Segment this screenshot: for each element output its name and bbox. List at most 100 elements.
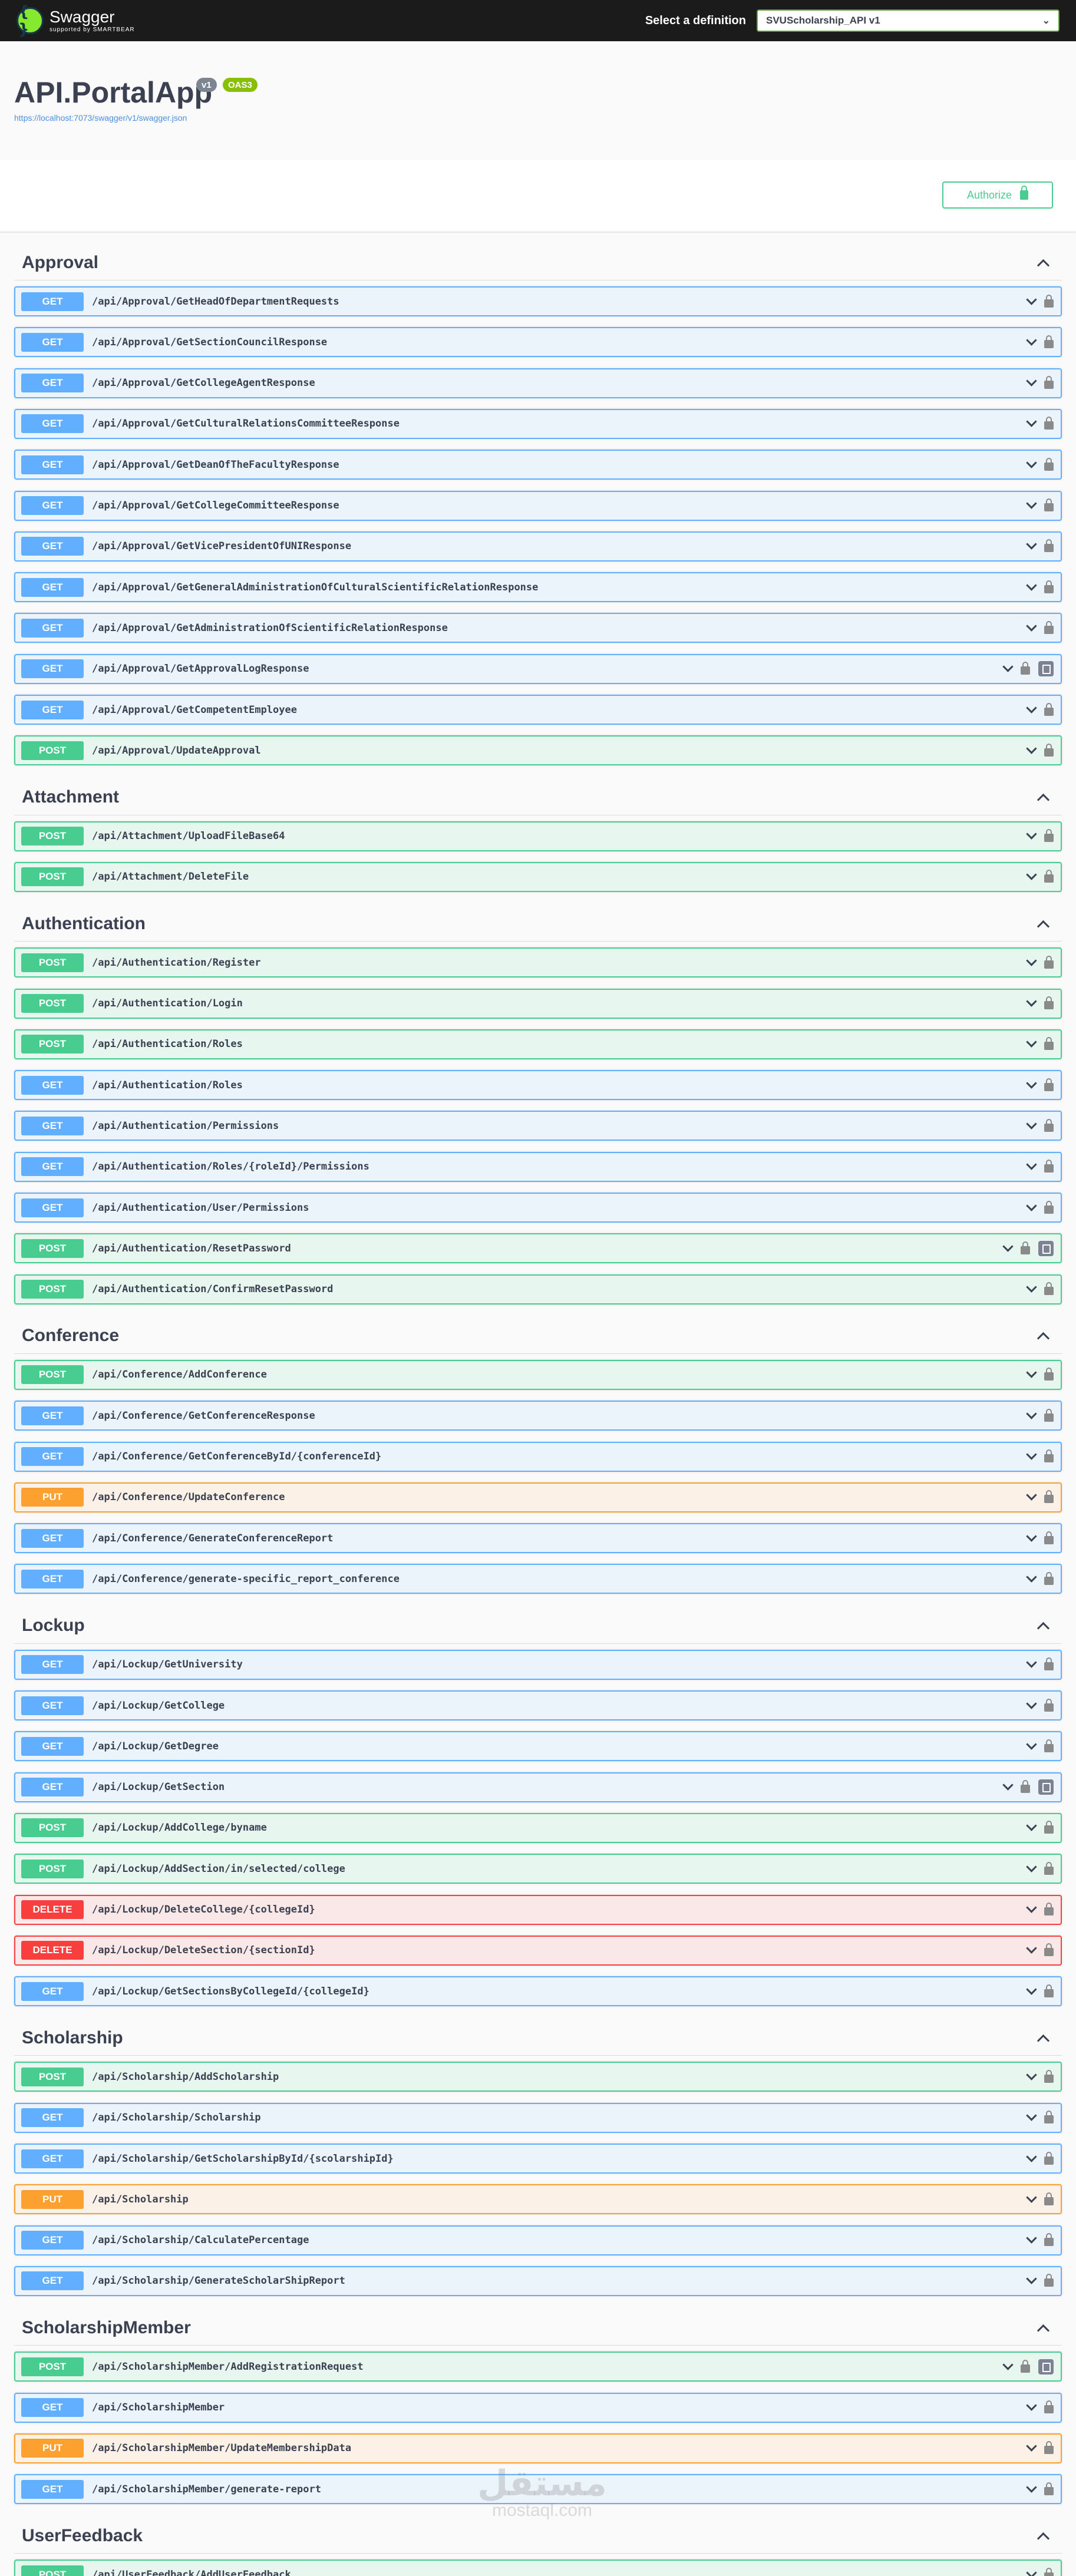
operation-post[interactable]: POST/api/Attachment/UploadFileBase64 bbox=[14, 821, 1062, 851]
copy-icon[interactable] bbox=[1038, 1779, 1054, 1795]
chevron-down-icon[interactable] bbox=[1027, 583, 1036, 592]
chevron-down-icon[interactable] bbox=[1027, 1742, 1036, 1751]
chevron-down-icon[interactable] bbox=[1027, 1039, 1036, 1049]
lock-icon[interactable] bbox=[1044, 1657, 1054, 1671]
lock-icon[interactable] bbox=[1044, 294, 1054, 308]
lock-icon[interactable] bbox=[1044, 1037, 1054, 1051]
tag-authentication[interactable]: Authentication bbox=[14, 906, 1062, 942]
lock-icon[interactable] bbox=[1021, 2359, 1030, 2373]
lock-icon[interactable] bbox=[1044, 870, 1054, 883]
lock-icon[interactable] bbox=[1044, 2192, 1054, 2205]
operation-get[interactable]: GET/api/Scholarship/CalculatePercentage bbox=[14, 2225, 1062, 2255]
lock-icon[interactable] bbox=[1044, 996, 1054, 1009]
chevron-down-icon[interactable] bbox=[1027, 2154, 1036, 2164]
operation-post[interactable]: POST/api/Authentication/Register bbox=[14, 947, 1062, 978]
chevron-down-icon[interactable] bbox=[1027, 2570, 1036, 2576]
chevron-down-icon[interactable] bbox=[1027, 2276, 1036, 2286]
chevron-down-icon[interactable] bbox=[1027, 1701, 1036, 1710]
operation-post[interactable]: POST/api/Lockup/AddCollege/byname bbox=[14, 1812, 1062, 1843]
chevron-down-icon[interactable] bbox=[1027, 1905, 1036, 1914]
chevron-down-icon[interactable] bbox=[1027, 1492, 1036, 1502]
chevron-down-icon[interactable] bbox=[1027, 2113, 1036, 2122]
chevron-down-icon[interactable] bbox=[1027, 1660, 1036, 1669]
lock-icon[interactable] bbox=[1044, 2233, 1054, 2247]
lock-icon[interactable] bbox=[1044, 1490, 1054, 1504]
lock-icon[interactable] bbox=[1044, 1861, 1054, 1875]
copy-icon[interactable] bbox=[1038, 661, 1054, 677]
operation-get[interactable]: GET/api/Lockup/GetCollege bbox=[14, 1690, 1062, 1720]
lock-icon[interactable] bbox=[1044, 1200, 1054, 1214]
lock-icon[interactable] bbox=[1044, 376, 1054, 389]
chevron-down-icon[interactable] bbox=[1027, 831, 1036, 841]
chevron-down-icon[interactable] bbox=[1027, 872, 1036, 881]
chevron-down-icon[interactable] bbox=[1027, 378, 1036, 388]
operation-get[interactable]: GET/api/Authentication/Permissions bbox=[14, 1111, 1062, 1141]
chevron-down-icon[interactable] bbox=[1027, 2195, 1036, 2204]
operation-get[interactable]: GET/api/Conference/GetConferenceResponse bbox=[14, 1401, 1062, 1431]
lock-icon[interactable] bbox=[1044, 2069, 1054, 2083]
lock-icon[interactable] bbox=[1044, 498, 1054, 511]
chevron-down-icon[interactable] bbox=[1027, 1370, 1036, 1379]
operation-get[interactable]: GET/api/Conference/GetConferenceById/{co… bbox=[14, 1441, 1062, 1472]
chevron-down-icon[interactable] bbox=[1027, 297, 1036, 306]
swagger-json-link[interactable]: https://localhost:7073/swagger/v1/swagge… bbox=[14, 113, 187, 123]
chevron-down-icon[interactable] bbox=[1027, 1823, 1036, 1832]
chevron-down-icon[interactable] bbox=[1027, 1987, 1036, 1996]
operation-post[interactable]: POST/api/Scholarship/AddScholarship bbox=[14, 2062, 1062, 2092]
chevron-down-icon[interactable] bbox=[1027, 1946, 1036, 1955]
copy-icon[interactable] bbox=[1038, 2359, 1054, 2374]
operation-get[interactable]: GET/api/Approval/GetCollegeAgentResponse bbox=[14, 368, 1062, 398]
chevron-down-icon[interactable] bbox=[1027, 2443, 1036, 2453]
operation-post[interactable]: POST/api/Authentication/Login bbox=[14, 988, 1062, 1019]
operation-post[interactable]: POST/api/ScholarshipMember/AddRegistrati… bbox=[14, 2352, 1062, 2382]
chevron-down-icon[interactable] bbox=[1027, 541, 1036, 551]
lock-icon[interactable] bbox=[1044, 417, 1054, 430]
chevron-up-icon[interactable] bbox=[1037, 257, 1048, 268]
operation-get[interactable]: GET/api/Scholarship/Scholarship bbox=[14, 2102, 1062, 2133]
chevron-down-icon[interactable] bbox=[1027, 2403, 1036, 2412]
tag-userfeedback[interactable]: UserFeedback bbox=[14, 2518, 1062, 2554]
operation-post[interactable]: POST/api/Authentication/ResetPassword bbox=[14, 1233, 1062, 1264]
tag-conference[interactable]: Conference bbox=[14, 1319, 1062, 1354]
lock-icon[interactable] bbox=[1044, 2111, 1054, 2124]
chevron-down-icon[interactable] bbox=[1027, 460, 1036, 470]
chevron-down-icon[interactable] bbox=[1003, 2362, 1012, 2372]
chevron-down-icon[interactable] bbox=[1027, 999, 1036, 1008]
lock-icon[interactable] bbox=[1044, 1903, 1054, 1916]
swagger-logo[interactable]: { } Swagger supported by SMARTBEAR bbox=[16, 3, 135, 38]
operation-get[interactable]: GET/api/Approval/GetCompetentEmployee bbox=[14, 695, 1062, 725]
chevron-down-icon[interactable] bbox=[1027, 958, 1036, 967]
chevron-down-icon[interactable] bbox=[1027, 1574, 1036, 1584]
operation-get[interactable]: GET/api/Lockup/GetSectionsByCollegeId/{c… bbox=[14, 1976, 1062, 2007]
chevron-down-icon[interactable] bbox=[1027, 1284, 1036, 1294]
tag-scholarshipmember[interactable]: ScholarshipMember bbox=[14, 2310, 1062, 2346]
operation-put[interactable]: PUT/api/Scholarship bbox=[14, 2184, 1062, 2215]
lock-icon[interactable] bbox=[1044, 457, 1054, 471]
lock-icon[interactable] bbox=[1044, 1531, 1054, 1544]
lock-icon[interactable] bbox=[1044, 2441, 1054, 2455]
chevron-down-icon[interactable] bbox=[1027, 2235, 1036, 2245]
operation-get[interactable]: GET/api/Approval/GetGeneralAdministratio… bbox=[14, 572, 1062, 603]
chevron-down-icon[interactable] bbox=[1027, 1162, 1036, 1171]
lock-icon[interactable] bbox=[1044, 1449, 1054, 1462]
tag-approval[interactable]: Approval bbox=[14, 245, 1062, 280]
chevron-down-icon[interactable] bbox=[1027, 705, 1036, 715]
operation-delete[interactable]: DELETE/api/Lockup/DeleteSection/{section… bbox=[14, 1935, 1062, 1966]
operation-get[interactable]: GET/api/Approval/GetSectionCouncilRespon… bbox=[14, 327, 1062, 358]
lock-icon[interactable] bbox=[1044, 1282, 1054, 1296]
chevron-up-icon[interactable] bbox=[1037, 2531, 1048, 2541]
lock-icon[interactable] bbox=[1044, 702, 1054, 716]
chevron-down-icon[interactable] bbox=[1027, 2485, 1036, 2494]
lock-icon[interactable] bbox=[1044, 1943, 1054, 1957]
operation-get[interactable]: GET/api/Conference/generate-specific_rep… bbox=[14, 1564, 1062, 1594]
chevron-down-icon[interactable] bbox=[1027, 1121, 1036, 1131]
operation-get[interactable]: GET/api/Approval/GetAdministrationOfScie… bbox=[14, 613, 1062, 643]
chevron-down-icon[interactable] bbox=[1003, 664, 1012, 673]
lock-icon[interactable] bbox=[1044, 2567, 1054, 2576]
chevron-up-icon[interactable] bbox=[1037, 919, 1048, 929]
chevron-down-icon[interactable] bbox=[1027, 1452, 1036, 1461]
operation-get[interactable]: GET/api/Approval/GetDeanOfTheFacultyResp… bbox=[14, 450, 1062, 480]
operation-put[interactable]: PUT/api/ScholarshipMember/UpdateMembersh… bbox=[14, 2433, 1062, 2463]
lock-icon[interactable] bbox=[1044, 539, 1054, 553]
operation-get[interactable]: GET/api/Authentication/Roles bbox=[14, 1070, 1062, 1101]
